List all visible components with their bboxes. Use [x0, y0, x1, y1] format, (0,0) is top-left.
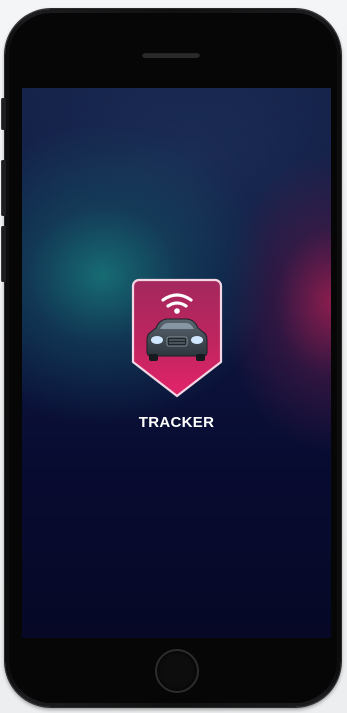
volume-down-button: [1, 226, 6, 282]
volume-up-button: [1, 160, 6, 216]
silent-switch: [1, 98, 6, 130]
phone-screen: TRACKER: [22, 88, 331, 638]
earpiece-speaker: [142, 52, 200, 58]
device-mockup: TRACKER: [0, 0, 347, 713]
car-wifi-shield-icon[interactable]: [131, 278, 223, 398]
app-name-label: TRACKER: [138, 414, 215, 431]
home-button[interactable]: [155, 649, 199, 693]
